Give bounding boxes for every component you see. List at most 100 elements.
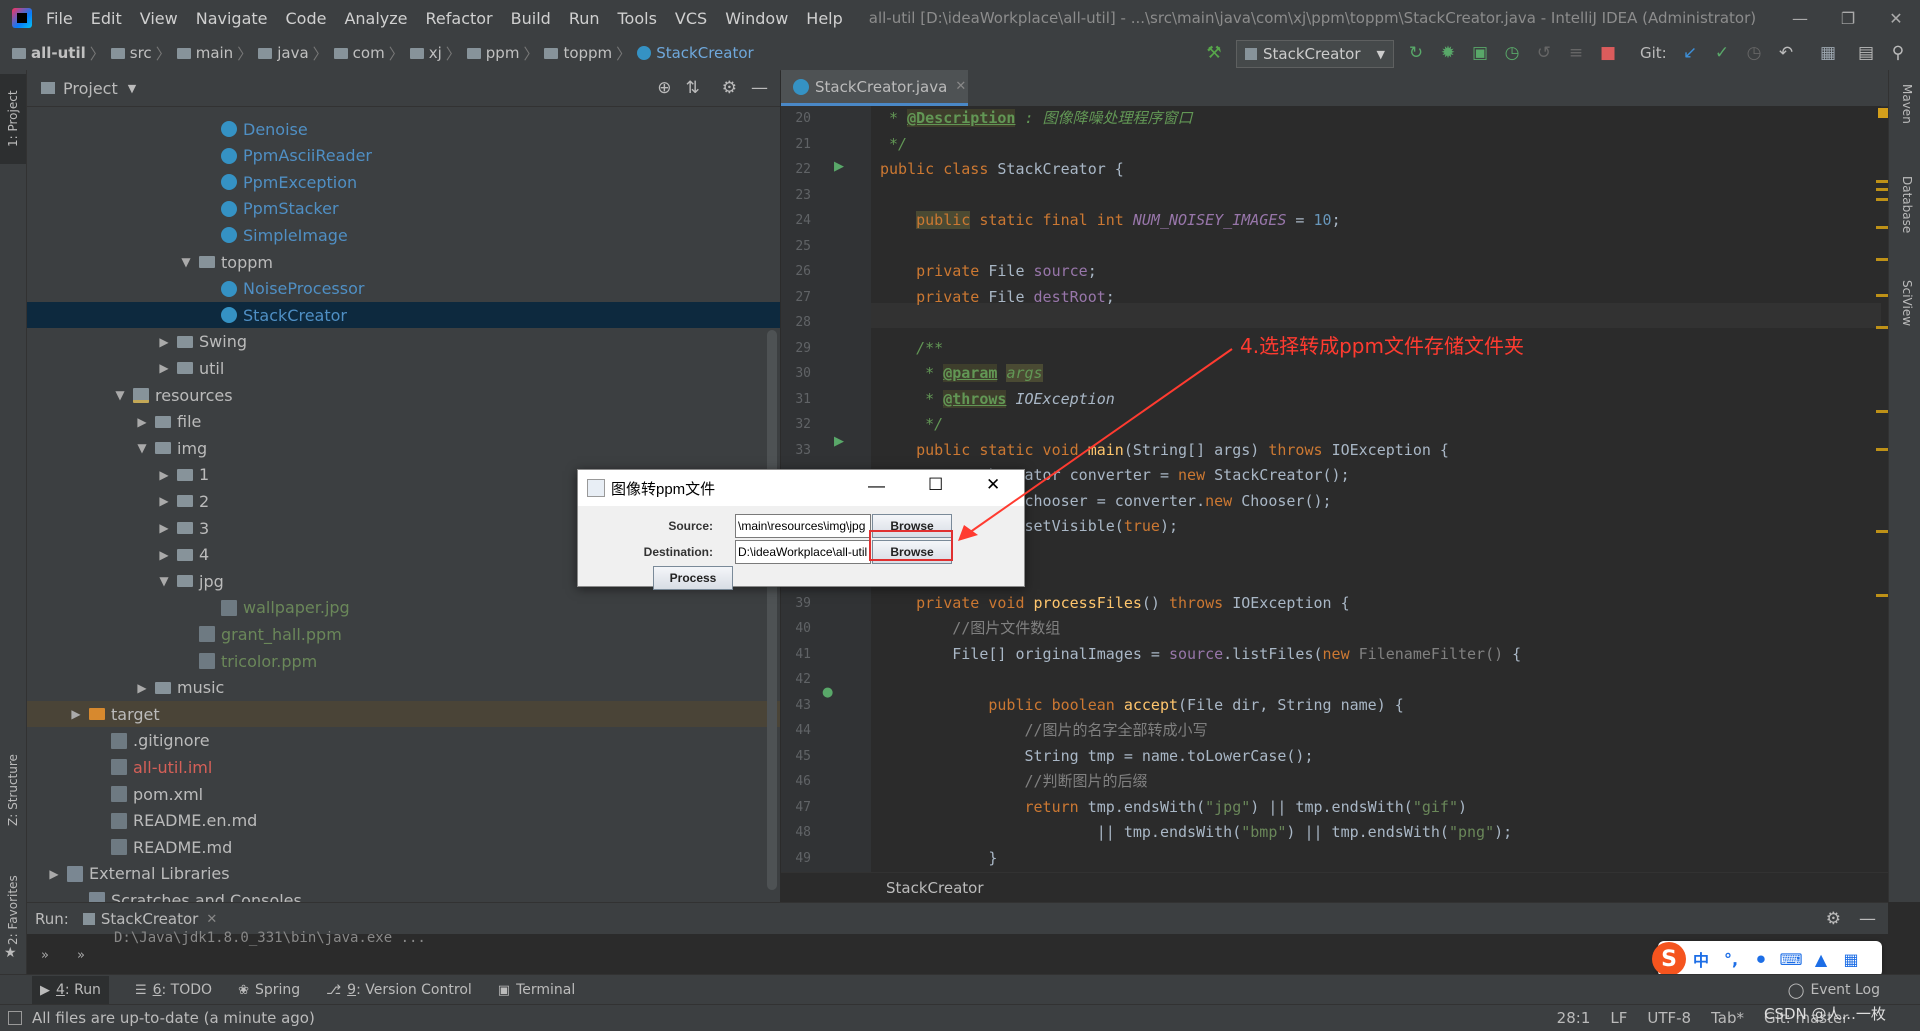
debug-icon[interactable]: ✹ xyxy=(1434,38,1462,68)
code-line[interactable]: private void processFiles() throws IOExc… xyxy=(880,591,1350,616)
code-line[interactable]: return tmp.endsWith("jpg") || tmp.endsWi… xyxy=(880,795,1468,820)
tree-row[interactable]: ▼ resources xyxy=(27,382,780,408)
expand-icon[interactable]: » xyxy=(77,948,85,963)
tree-row[interactable]: StackCreator xyxy=(27,302,780,329)
git-history-icon[interactable]: ◷ xyxy=(1740,38,1768,68)
bottom-tab-terminal[interactable]: ▣ Terminal xyxy=(498,976,575,1004)
breadcrumb-item[interactable]: toppm 〉 xyxy=(538,43,631,64)
punctuation-icon[interactable]: °, xyxy=(1720,948,1742,970)
expanded-arrow-icon[interactable]: ▼ xyxy=(157,574,171,588)
breadcrumb-item[interactable]: com 〉 xyxy=(328,43,404,64)
bottom-tab-run[interactable]: ▶ 4: Run xyxy=(32,976,109,1004)
sogou-logo-icon[interactable]: S xyxy=(1652,942,1686,976)
breadcrumb-item[interactable]: ppm 〉 xyxy=(461,43,538,64)
menu-view[interactable]: View xyxy=(140,9,178,28)
menu-navigate[interactable]: Navigate xyxy=(196,9,268,28)
process-button[interactable]: Process xyxy=(653,566,733,590)
destination-field[interactable]: D:\ideaWorkplace\all-util xyxy=(735,540,871,564)
collapsed-arrow-icon[interactable]: ▶ xyxy=(69,707,83,721)
run-main-gutter-icon[interactable]: ▶ xyxy=(834,434,844,449)
run-configuration-select[interactable]: StackCreator ▼ xyxy=(1236,40,1394,68)
code-line[interactable]: public boolean accept(File dir, String n… xyxy=(880,693,1403,718)
project-structure-icon[interactable]: ▦ xyxy=(1814,38,1842,68)
tree-row[interactable]: ▼ img xyxy=(27,435,780,461)
scroll-marker[interactable] xyxy=(1876,180,1888,183)
tree-row[interactable]: ▼ toppm xyxy=(27,249,780,275)
bottom-tab-version-control[interactable]: ⎇ 9: Version Control xyxy=(326,976,472,1004)
breadcrumb-item[interactable]: StackCreator xyxy=(631,43,754,64)
code-line[interactable]: * @Description : 图像降噪处理程序窗口 xyxy=(880,106,1193,131)
breadcrumb-item[interactable]: java 〉 xyxy=(252,43,328,64)
scroll-marker[interactable] xyxy=(1876,226,1888,229)
tree-row[interactable]: NoiseProcessor xyxy=(27,276,780,302)
profile-icon[interactable]: ◷ xyxy=(1498,38,1526,68)
tree-row[interactable]: ▶ util xyxy=(27,355,780,381)
tree-row[interactable]: ▶ External Libraries xyxy=(27,861,780,887)
tree-row[interactable]: grant_hall.ppm xyxy=(27,621,780,647)
tool-tab-sciview[interactable]: SciView xyxy=(1892,280,1914,326)
attach-icon[interactable]: ↺ xyxy=(1530,38,1558,68)
code-line[interactable]: private File source; xyxy=(880,259,1097,284)
tree-row[interactable]: all-util.iml xyxy=(27,754,780,780)
toolbox-icon[interactable]: ▦ xyxy=(1840,948,1862,970)
scroll-marker[interactable] xyxy=(1876,188,1888,191)
tool-tab-structure[interactable]: Z: Structure xyxy=(0,740,26,840)
collapsed-arrow-icon[interactable]: ▶ xyxy=(157,521,171,535)
tree-row[interactable]: wallpaper.jpg xyxy=(27,595,780,621)
code-line[interactable]: */ xyxy=(880,412,943,437)
code-line[interactable]: */ xyxy=(880,132,907,157)
tree-row[interactable]: ▶ file xyxy=(27,409,780,435)
run-gutter-icon[interactable]: ▶ xyxy=(834,159,844,174)
code-line[interactable]: /** xyxy=(880,336,943,361)
restore-icon[interactable]: ❐ xyxy=(1824,0,1872,36)
code-line[interactable]: //图片的名字全部转成小写 xyxy=(880,718,1208,743)
status-toggle-icon[interactable] xyxy=(8,1011,22,1025)
hide-panel-icon[interactable]: — xyxy=(1859,909,1876,929)
collapsed-arrow-icon[interactable]: ▶ xyxy=(157,361,171,375)
collapsed-arrow-icon[interactable]: ▶ xyxy=(157,494,171,508)
tree-row[interactable]: SimpleImage xyxy=(27,222,780,248)
status-message[interactable]: All files are up-to-date (a minute ago) xyxy=(32,1009,315,1027)
expanded-arrow-icon[interactable]: ▼ xyxy=(113,388,127,402)
menu-run[interactable]: Run xyxy=(569,9,600,28)
warning-marker-icon[interactable] xyxy=(1878,108,1888,118)
breadcrumb-item[interactable]: src 〉 xyxy=(105,43,171,64)
code-line[interactable]: //判断图片的后缀 xyxy=(880,769,1148,794)
gear-icon[interactable]: ⚙ xyxy=(722,78,737,98)
menu-analyze[interactable]: Analyze xyxy=(344,9,407,28)
collapsed-arrow-icon[interactable]: ▶ xyxy=(157,335,171,349)
scroll-marker[interactable] xyxy=(1876,594,1888,597)
close-icon[interactable]: ✕ xyxy=(1872,0,1920,36)
tree-row[interactable]: .gitignore xyxy=(27,728,780,754)
chevron-down-icon[interactable]: ▼ xyxy=(128,82,136,95)
locate-icon[interactable]: ⊕ xyxy=(657,78,671,98)
close-tab-icon[interactable]: ✕ xyxy=(955,79,966,94)
menu-vcs[interactable]: VCS xyxy=(675,9,707,28)
line-separator[interactable]: LF xyxy=(1610,1009,1627,1027)
tree-row[interactable]: PpmStacker xyxy=(27,196,780,222)
git-rollback-icon[interactable]: ↶ xyxy=(1772,38,1800,68)
editor-footer-label[interactable]: StackCreator xyxy=(886,879,984,897)
rerun-icon[interactable]: ↻ xyxy=(1402,38,1430,68)
scroll-marker[interactable] xyxy=(1876,448,1888,451)
tree-row[interactable]: tricolor.ppm xyxy=(27,648,780,674)
breadcrumb-item[interactable]: all-util 〉 xyxy=(6,43,105,64)
tree-row[interactable]: ▶ music xyxy=(27,675,780,701)
breadcrumb-item[interactable]: xj 〉 xyxy=(404,43,461,64)
scroll-marker[interactable] xyxy=(1876,258,1888,261)
project-view-select[interactable]: Project xyxy=(63,79,118,98)
code-line[interactable]: || tmp.endsWith("bmp") || tmp.endsWith("… xyxy=(880,820,1512,845)
menu-tools[interactable]: Tools xyxy=(618,9,657,28)
tree-row[interactable]: ▶ Swing xyxy=(27,329,780,355)
run-tab-stackcreator[interactable]: StackCreator xyxy=(101,910,199,928)
source-field[interactable]: \main\resources\img\jpg xyxy=(735,514,871,538)
git-commit-icon[interactable]: ✓ xyxy=(1708,38,1736,68)
collapsed-arrow-icon[interactable]: ▶ xyxy=(157,468,171,482)
gear-icon[interactable]: ⚙ xyxy=(1826,909,1841,929)
bottom-tab-spring[interactable]: ❀ Spring xyxy=(238,976,300,1004)
menu-build[interactable]: Build xyxy=(511,9,551,28)
collapse-all-icon[interactable]: ⇅ xyxy=(686,78,700,98)
scroll-marker[interactable] xyxy=(1876,530,1888,533)
menu-code[interactable]: Code xyxy=(286,9,327,28)
editor-tab-stackcreator[interactable]: StackCreator.java ✕ xyxy=(781,70,968,106)
